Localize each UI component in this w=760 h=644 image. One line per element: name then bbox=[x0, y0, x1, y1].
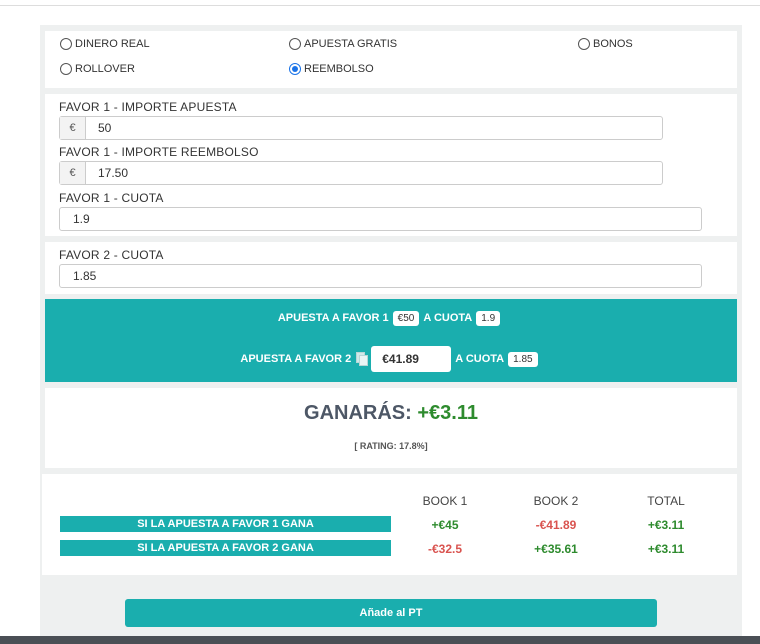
bet2-odds-pill: 1.85 bbox=[508, 351, 538, 367]
radio-circle-icon bbox=[60, 38, 72, 50]
row1-book1: +€45 bbox=[431, 518, 459, 532]
bet1-summary-row: APUESTA A FAVOR 1 €50 A CUOTA 1.9 bbox=[45, 308, 737, 328]
euro-addon: € bbox=[60, 162, 86, 184]
favor1-stake-input[interactable]: 50 bbox=[86, 117, 662, 139]
bet2-text: APUESTA A FAVOR 2 bbox=[240, 353, 352, 365]
row1-total: +€3.11 bbox=[647, 518, 685, 532]
bet-type-options: DINERO REAL APUESTA GRATIS BONOS ROLLOVE… bbox=[45, 31, 737, 88]
radio-circle-icon bbox=[289, 38, 301, 50]
win-amount: +€3.11 bbox=[417, 402, 478, 424]
profit-line: GANARÁS: +€3.11 bbox=[45, 402, 737, 425]
row2-label: SI LA APUESTA A FAVOR 2 GANA bbox=[60, 540, 391, 556]
radio-selected-icon bbox=[289, 63, 301, 75]
radio-rollover[interactable]: ROLLOVER bbox=[60, 63, 135, 75]
odds-text: A CUOTA bbox=[423, 312, 473, 324]
result-section: GANARÁS: +€3.11 [ RATING: 17.8%] bbox=[45, 388, 737, 468]
favor1-refund-field[interactable]: € 17.50 bbox=[59, 161, 663, 185]
header-book2: BOOK 2 bbox=[533, 494, 579, 508]
favor2-section: FAVOR 2 - CUOTA 1.85 bbox=[45, 242, 737, 294]
radio-circle-icon bbox=[60, 63, 72, 75]
radio-label: DINERO REAL bbox=[75, 38, 150, 50]
row2-book1: -€32.5 bbox=[427, 542, 463, 556]
favor1-odds-label: FAVOR 1 - CUOTA bbox=[59, 191, 164, 205]
win-label: GANARÁS: bbox=[304, 402, 412, 424]
bet2-summary-row: APUESTA A FAVOR 2 €41.89 A CUOTA 1.85 bbox=[45, 345, 737, 373]
row1-book2: -€41.89 bbox=[535, 518, 577, 532]
favor2-odds-input[interactable]: 1.85 bbox=[59, 264, 702, 288]
outcome-table: BOOK 1 BOOK 2 TOTAL SI LA APUESTA A FAVO… bbox=[42, 474, 737, 575]
bet1-stake-pill: €50 bbox=[392, 310, 420, 326]
bet-summary: APUESTA A FAVOR 1 €50 A CUOTA 1.9 APUEST… bbox=[45, 299, 737, 382]
radio-reembolso[interactable]: REEMBOLSO bbox=[289, 63, 374, 75]
favor1-section: FAVOR 1 - IMPORTE APUESTA € 50 FAVOR 1 -… bbox=[45, 94, 737, 236]
copy-icon[interactable] bbox=[356, 352, 369, 366]
favor1-refund-input[interactable]: 17.50 bbox=[86, 162, 662, 184]
bottom-bar bbox=[0, 636, 760, 644]
radio-apuesta-gratis[interactable]: APUESTA GRATIS bbox=[289, 38, 397, 50]
radio-label: REEMBOLSO bbox=[304, 63, 374, 75]
euro-addon: € bbox=[60, 117, 86, 139]
add-to-pt-button[interactable]: Añade al PT bbox=[125, 599, 657, 627]
radio-label: ROLLOVER bbox=[75, 63, 135, 75]
row2-book2: +€35.61 bbox=[534, 542, 578, 556]
rating-text: [ RATING: 17.8%] bbox=[354, 441, 428, 451]
odds-text: A CUOTA bbox=[455, 353, 505, 365]
top-divider bbox=[0, 5, 760, 6]
row2-total: +€3.11 bbox=[647, 542, 685, 556]
header-total: TOTAL bbox=[647, 494, 685, 508]
bet1-odds-pill: 1.9 bbox=[476, 310, 501, 326]
header-book1: BOOK 1 bbox=[422, 494, 468, 508]
radio-circle-icon bbox=[578, 38, 590, 50]
row1-label: SI LA APUESTA A FAVOR 1 GANA bbox=[60, 516, 391, 532]
radio-label: APUESTA GRATIS bbox=[304, 38, 398, 50]
favor1-stake-label: FAVOR 1 - IMPORTE APUESTA bbox=[59, 100, 237, 114]
favor2-odds-label: FAVOR 2 - CUOTA bbox=[59, 248, 164, 262]
bet1-text: APUESTA A FAVOR 1 bbox=[277, 312, 389, 324]
favor1-refund-label: FAVOR 1 - IMPORTE REEMBOLSO bbox=[59, 145, 259, 159]
favor1-odds-input[interactable]: 1.9 bbox=[59, 207, 702, 231]
bet2-stake-box[interactable]: €41.89 bbox=[371, 346, 452, 372]
radio-label: BONOS bbox=[593, 38, 633, 50]
radio-bonos[interactable]: BONOS bbox=[578, 38, 633, 50]
radio-dinero-real[interactable]: DINERO REAL bbox=[60, 38, 150, 50]
favor1-stake-field[interactable]: € 50 bbox=[59, 116, 663, 140]
